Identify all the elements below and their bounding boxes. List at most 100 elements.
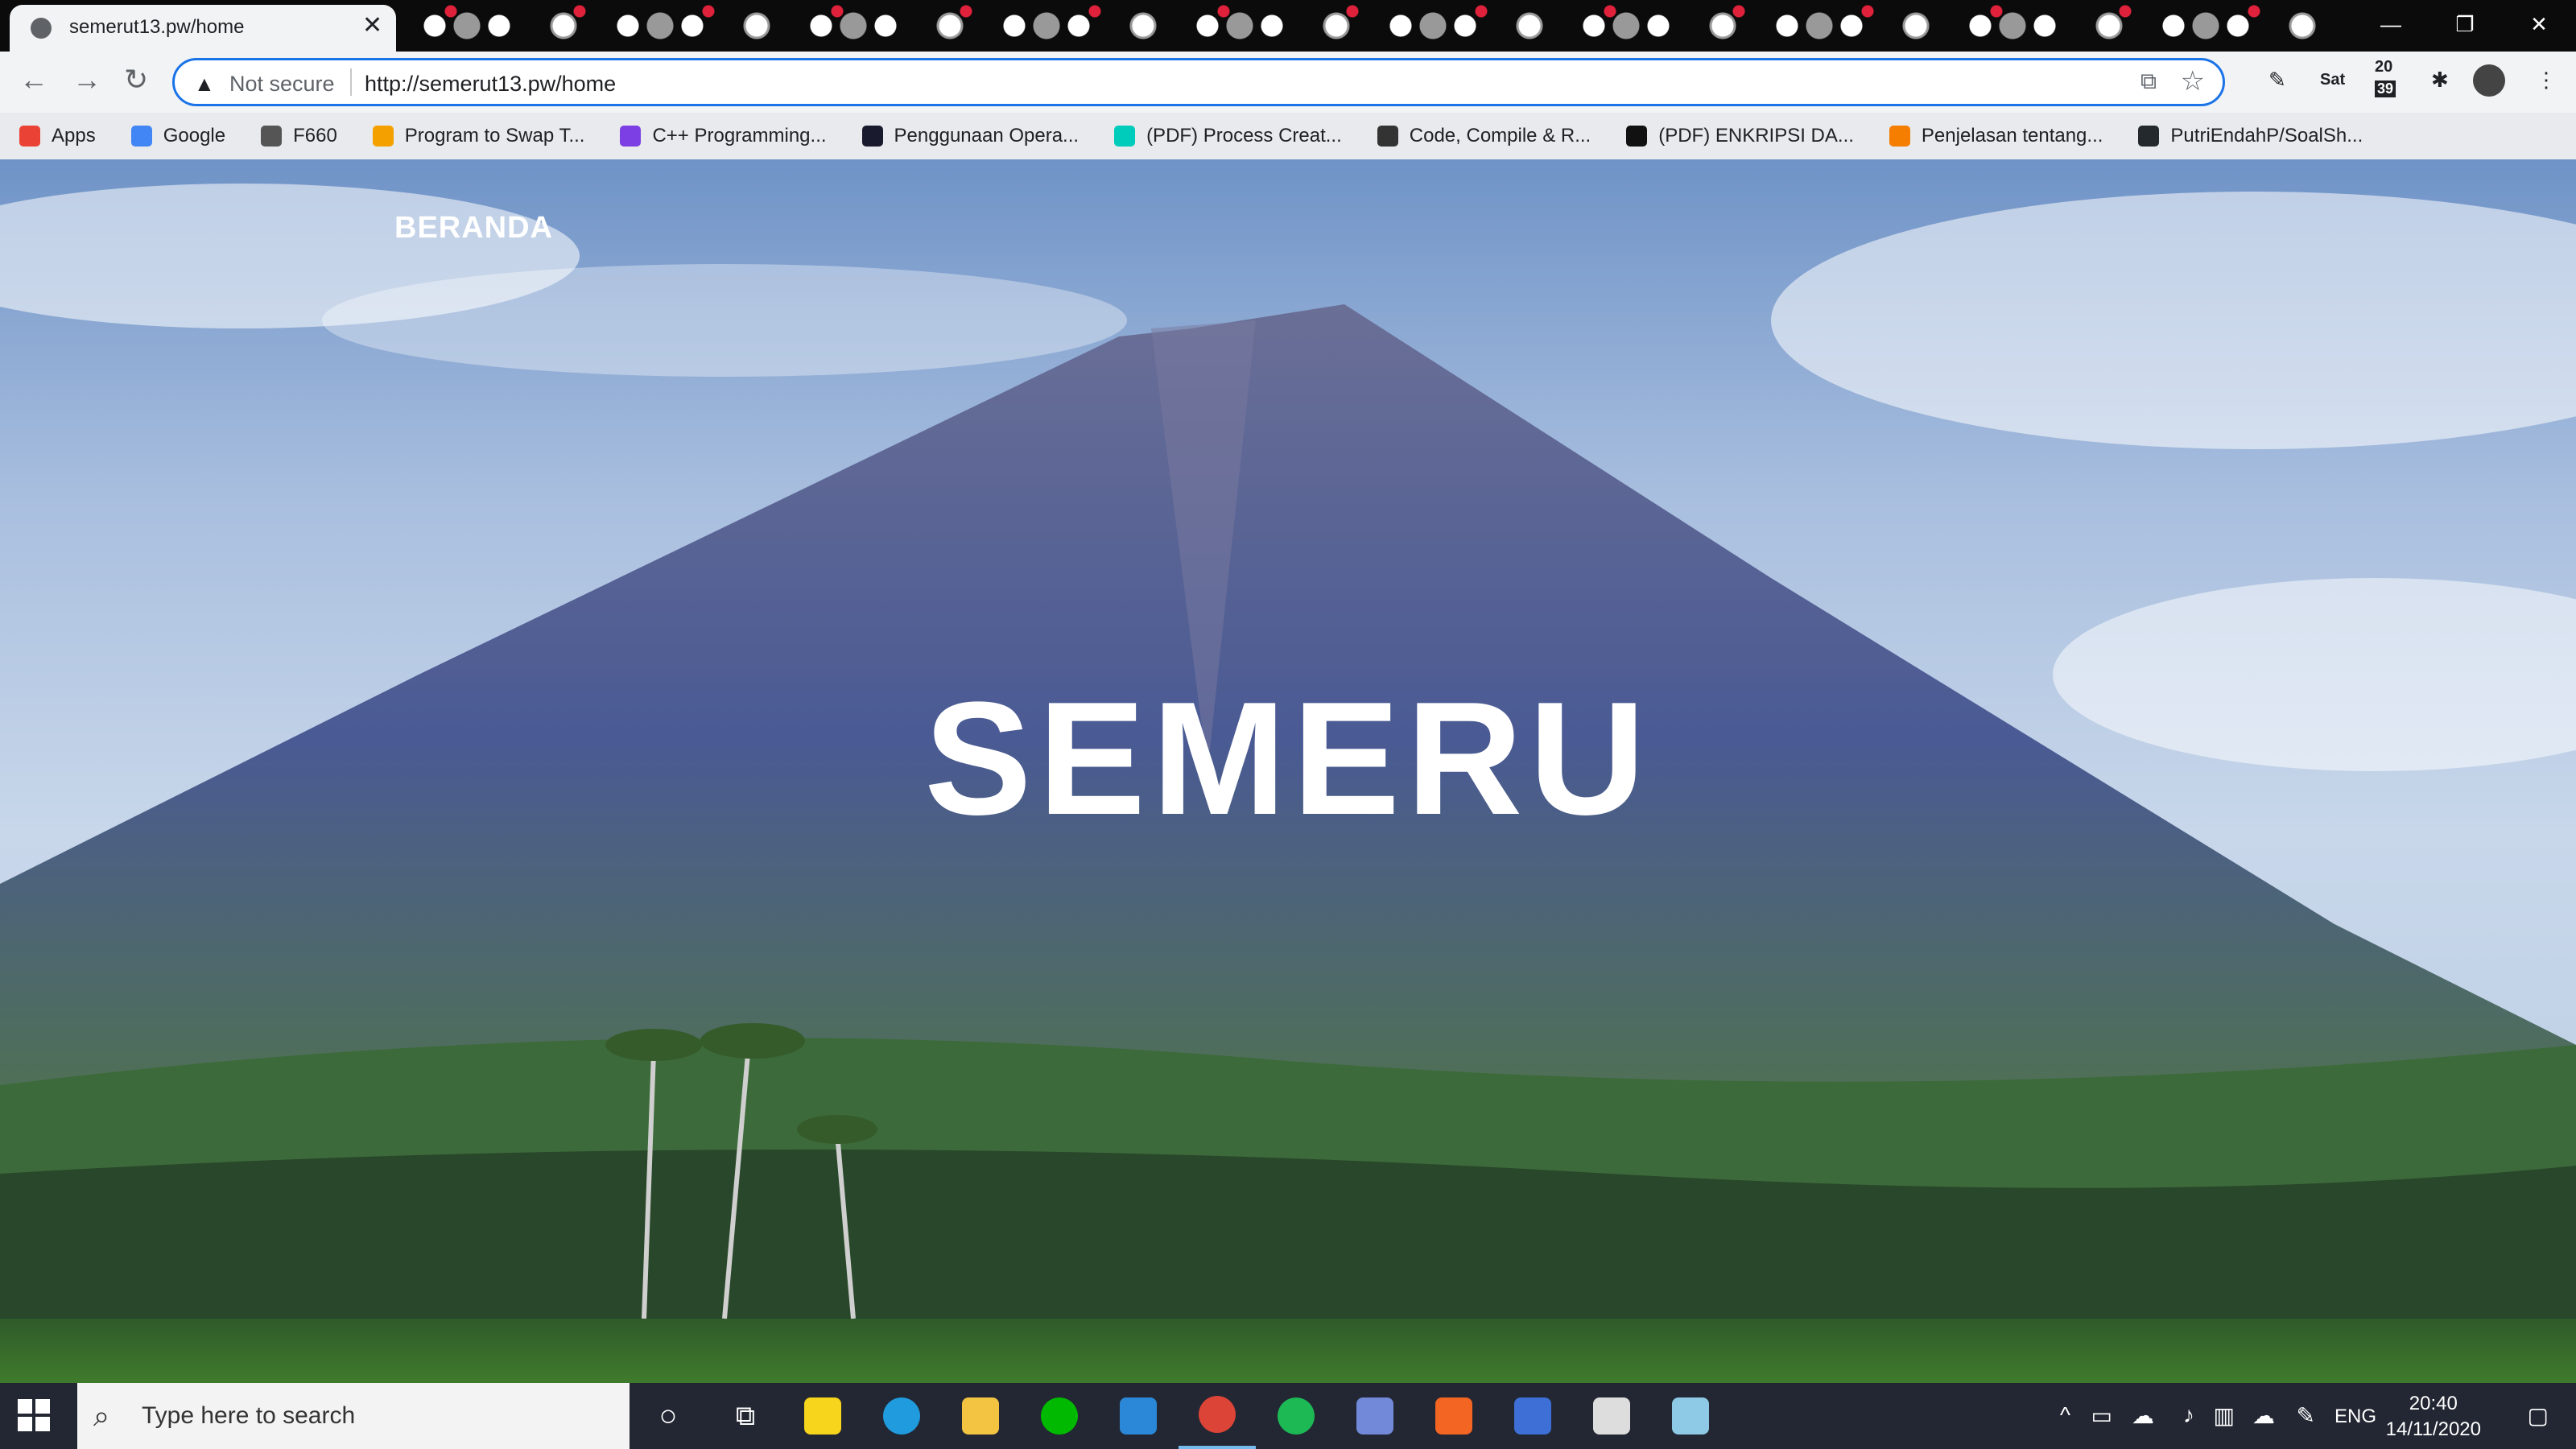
taskbar-app-button[interactable]: [863, 1383, 940, 1449]
taskbar-search-box[interactable]: ⌕ Type here to search: [77, 1383, 630, 1449]
bookmark-label: Google: [163, 125, 226, 147]
taskbar-app-button[interactable]: [1336, 1383, 1414, 1449]
bookmark-label: (PDF) ENKRIPSI DA...: [1658, 125, 1854, 147]
taskbar-app-button[interactable]: [1415, 1383, 1492, 1449]
puzzle-extensions-icon[interactable]: ✱: [2431, 68, 2449, 93]
hero-title: SEMERU: [924, 669, 1652, 848]
blogger-icon: [1889, 126, 1910, 147]
taskbar-app-button[interactable]: [1179, 1383, 1256, 1449]
taskbar-app-button[interactable]: [1257, 1383, 1335, 1449]
bookmark-item[interactable]: Program to Swap T...: [372, 125, 584, 147]
apps-grid-icon: [19, 126, 40, 147]
clock-extension-minute[interactable]: 39: [2375, 80, 2396, 97]
google-icon: [130, 126, 152, 147]
mail-icon: [1120, 1397, 1157, 1435]
security-label[interactable]: Not secure: [229, 72, 335, 97]
divider: [350, 68, 352, 96]
globe-icon: [261, 126, 283, 147]
taskbar-app-button[interactable]: [1573, 1383, 1650, 1449]
bookmark-label: Apps: [52, 125, 96, 147]
bookmark-label: Code, Compile & R...: [1409, 125, 1591, 147]
browser-tab[interactable]: semerut13.pw/home ✕: [10, 5, 396, 52]
clock[interactable]: 20:40 14/11/2020: [2386, 1391, 2481, 1443]
web-page: BERANDA SEMERU: [0, 159, 2576, 1383]
taskbar-app-button[interactable]: [784, 1383, 861, 1449]
bookmark-label: C++ Programming...: [652, 125, 827, 147]
bookmark-item[interactable]: C++ Programming...: [620, 125, 827, 147]
close-window-button[interactable]: ✕: [2502, 0, 2576, 52]
warning-icon[interactable]: ▲: [194, 72, 215, 97]
taskbar-app-button[interactable]: [1652, 1383, 1729, 1449]
chrome-icon: [1199, 1396, 1236, 1433]
notification-center-icon[interactable]: ▢: [2528, 1402, 2549, 1429]
cortana-icon[interactable]: ○: [630, 1383, 707, 1449]
minimize-button[interactable]: —: [2354, 0, 2428, 52]
theme-background: [419, 0, 2318, 52]
github-icon: [2138, 126, 2160, 147]
extension-icon[interactable]: ✎: [2268, 68, 2286, 93]
language-indicator[interactable]: ENG: [2334, 1406, 2376, 1428]
tab-close-icon[interactable]: ✕: [362, 11, 382, 39]
clock-time: 20:40: [2409, 1393, 2458, 1414]
forward-icon[interactable]: →: [72, 63, 101, 97]
url-text[interactable]: http://semerut13.pw/home: [365, 72, 616, 97]
bookmark-label: (PDF) Process Creat...: [1146, 125, 1342, 147]
bookmark-label: Penjelasan tentang...: [1921, 125, 2103, 147]
taskbar-app-button[interactable]: [1100, 1383, 1177, 1449]
pen-icon[interactable]: ✎: [2297, 1402, 2315, 1429]
bookmark-item[interactable]: (PDF) ENKRIPSI DA...: [1626, 125, 1854, 147]
clock-extension-hour[interactable]: 20: [2375, 58, 2392, 76]
show-hidden-icons-chevron-icon[interactable]: ^: [2060, 1402, 2070, 1428]
tab-favicon-icon: [31, 18, 52, 39]
network-icon[interactable]: ▥: [2214, 1402, 2235, 1429]
notepad-icon: [1672, 1397, 1709, 1435]
search-placeholder: Type here to search: [142, 1402, 356, 1429]
nav-link-beranda[interactable]: BERANDA: [394, 211, 553, 246]
start-button[interactable]: [18, 1399, 50, 1431]
spotify-icon: [1278, 1397, 1315, 1435]
taskbar-app-button[interactable]: [1494, 1383, 1571, 1449]
taskbar-app-button[interactable]: [942, 1383, 1019, 1449]
window-controls: — ❐ ✕: [2354, 0, 2576, 52]
bookmark-item[interactable]: Penggunaan Opera...: [861, 125, 1079, 147]
onedrive-icon[interactable]: ☁: [2132, 1402, 2154, 1429]
site-icon: [620, 126, 642, 147]
menu-dots-icon[interactable]: ⋮: [2536, 68, 2557, 93]
extensions-area: ✎ Sat 20 39 ✱ ⋮: [2254, 52, 2576, 113]
back-icon[interactable]: ←: [19, 63, 48, 97]
tab-title: semerut13.pw/home: [69, 16, 245, 38]
taskbar-app-button[interactable]: [1021, 1383, 1098, 1449]
researchgate-icon: [1114, 126, 1136, 147]
bookmark-item[interactable]: Google: [130, 125, 226, 147]
sticky-notes-icon: [804, 1397, 841, 1435]
network-app-icon: [1514, 1397, 1551, 1435]
bookmark-star-icon[interactable]: ☆: [2181, 65, 2205, 97]
calendar-day-label[interactable]: Sat: [2320, 71, 2345, 89]
line-icon: [1041, 1397, 1078, 1435]
address-bar[interactable]: ▲ Not secure http://semerut13.pw/home ⧉ …: [172, 58, 2225, 106]
x-app-icon: [1593, 1397, 1630, 1435]
profile-avatar[interactable]: [2473, 64, 2505, 97]
bookmark-item[interactable]: Penjelasan tentang...: [1889, 125, 2103, 147]
bookmark-item[interactable]: Code, Compile & R...: [1377, 125, 1591, 147]
clock-date: 14/11/2020: [2385, 1418, 2481, 1440]
translate-icon[interactable]: ⧉: [2140, 68, 2157, 95]
restore-button[interactable]: ❐: [2428, 0, 2502, 52]
browser-title-bar: semerut13.pw/home ✕ + — ❐ ✕: [0, 0, 2576, 52]
battery-icon[interactable]: ▭: [2091, 1402, 2112, 1429]
bookmark-label: F660: [293, 125, 337, 147]
file-explorer-icon: [962, 1397, 999, 1435]
reload-icon[interactable]: ↻: [124, 63, 148, 97]
volume-icon[interactable]: ♪: [2183, 1402, 2194, 1428]
new-tab-button[interactable]: +: [412, 6, 454, 45]
app-icon: [1435, 1397, 1472, 1435]
cloud-upload-icon[interactable]: ☁: [2252, 1402, 2275, 1429]
bookmark-item[interactable]: F660: [261, 125, 337, 147]
bookmark-item[interactable]: Apps: [19, 125, 96, 147]
task-view-icon[interactable]: ⧉: [707, 1383, 784, 1449]
bookmark-label: PutriEndahP/SoalSh...: [2170, 125, 2363, 147]
bookmark-item[interactable]: (PDF) Process Creat...: [1114, 125, 1342, 147]
bookmark-item[interactable]: PutriEndahP/SoalSh...: [2138, 125, 2363, 147]
discord-icon: [1356, 1397, 1393, 1435]
edge-icon: [883, 1397, 920, 1435]
